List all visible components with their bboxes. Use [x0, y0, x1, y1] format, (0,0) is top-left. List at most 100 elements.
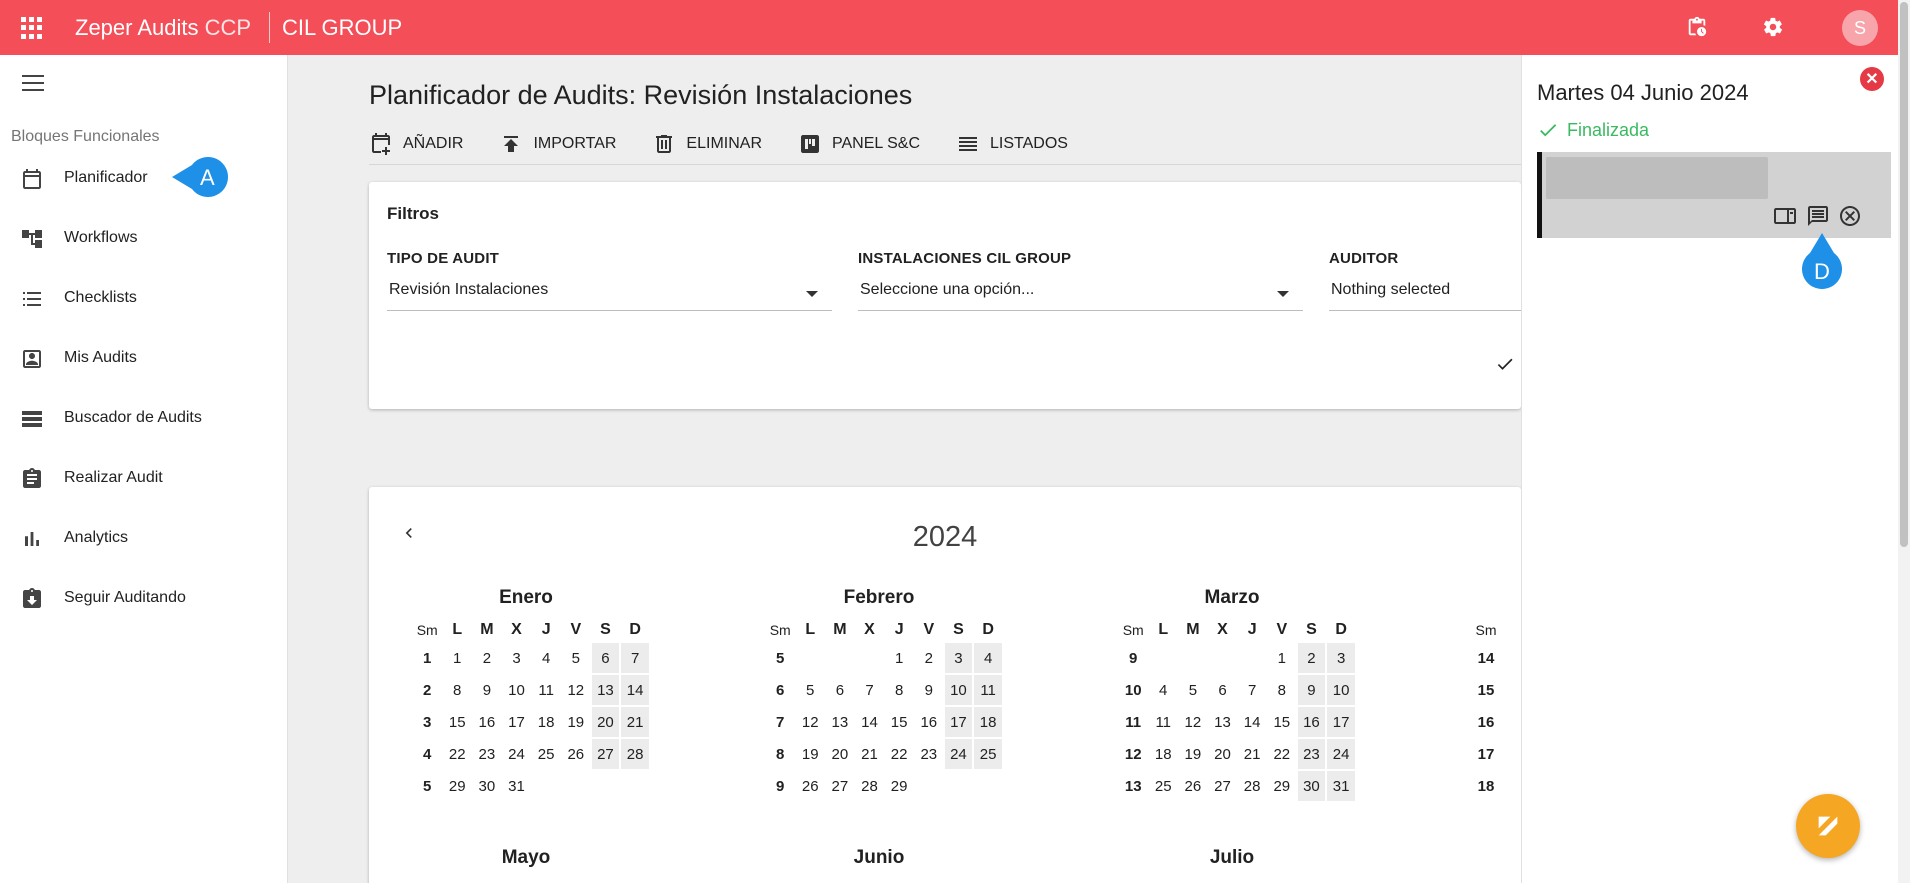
calendar-day[interactable]: 16: [1297, 707, 1326, 737]
calendar-day[interactable]: 13: [1209, 707, 1237, 737]
calendar-day[interactable]: 11: [974, 675, 1002, 705]
calendar-day[interactable]: 13: [591, 675, 620, 705]
calendar-day[interactable]: 1: [443, 643, 471, 673]
cancel-circle-icon[interactable]: [1838, 204, 1862, 228]
calendar-day[interactable]: 22: [885, 739, 913, 769]
calendar-day[interactable]: 19: [562, 707, 590, 737]
calendar-day[interactable]: 9: [1297, 675, 1326, 705]
calendar-day[interactable]: 27: [1209, 771, 1237, 801]
calendar-day[interactable]: 5: [1179, 675, 1207, 705]
sidebar-item-planificador[interactable]: Planificador: [0, 157, 288, 201]
calendar-day[interactable]: 31: [503, 771, 531, 801]
calendar-day[interactable]: 17: [944, 707, 973, 737]
calendar-day[interactable]: 10: [503, 675, 531, 705]
calendar-day[interactable]: 17: [503, 707, 531, 737]
feedback-fab-button[interactable]: [1796, 794, 1860, 858]
calendar-day[interactable]: 21: [856, 739, 884, 769]
calendar-day[interactable]: 29: [443, 771, 471, 801]
calendar-day[interactable]: 2: [915, 643, 943, 673]
calendar-day[interactable]: 2: [473, 643, 501, 673]
calendar-day[interactable]: 18: [1149, 739, 1177, 769]
calendar-day[interactable]: 30: [1297, 771, 1326, 801]
calendar-day[interactable]: 9: [915, 675, 943, 705]
calendar-day[interactable]: 27: [826, 771, 854, 801]
calendar-day[interactable]: 30: [473, 771, 501, 801]
calendar-day[interactable]: 21: [621, 707, 649, 737]
check-icon[interactable]: [1495, 354, 1515, 374]
calendar-day[interactable]: 6: [1209, 675, 1237, 705]
sidebar-item-realizar-audit[interactable]: Realizar Audit: [0, 457, 288, 501]
calendar-day[interactable]: 24: [944, 739, 973, 769]
calendar-day[interactable]: 15: [885, 707, 913, 737]
calendar-day[interactable]: 16: [473, 707, 501, 737]
auditor-select[interactable]: Nothing selected: [1329, 277, 1521, 311]
calendar-day[interactable]: 17: [1327, 707, 1355, 737]
calendar-day[interactable]: 26: [796, 771, 824, 801]
calendar-day[interactable]: 25: [532, 739, 560, 769]
calendar-day[interactable]: 13: [826, 707, 854, 737]
calendar-day[interactable]: 28: [621, 739, 649, 769]
hamburger-menu-icon[interactable]: [22, 75, 44, 91]
calendar-day[interactable]: 9: [473, 675, 501, 705]
calendar-day[interactable]: 14: [621, 675, 649, 705]
calendar-day[interactable]: 29: [1268, 771, 1296, 801]
calendar-day[interactable]: 24: [1327, 739, 1355, 769]
calendar-day[interactable]: 19: [796, 739, 824, 769]
calendar-day[interactable]: 23: [1297, 739, 1326, 769]
calendar-day[interactable]: 25: [974, 739, 1002, 769]
calendar-day[interactable]: 8: [443, 675, 471, 705]
add-button[interactable]: AÑADIR: [369, 124, 463, 164]
calendar-day[interactable]: 15: [443, 707, 471, 737]
calendar-day[interactable]: 31: [1327, 771, 1355, 801]
comment-icon[interactable]: [1806, 204, 1830, 228]
apps-grid-icon[interactable]: [21, 17, 43, 39]
sidebar-item-workflows[interactable]: Workflows: [0, 217, 288, 261]
calendar-day[interactable]: 27: [591, 739, 620, 769]
clipboard-clock-icon[interactable]: [1686, 16, 1708, 38]
calendar-day[interactable]: 7: [856, 675, 884, 705]
calendar-day[interactable]: 11: [1149, 707, 1177, 737]
import-button[interactable]: IMPORTAR: [499, 124, 616, 164]
calendar-day[interactable]: 6: [826, 675, 854, 705]
calendar-day[interactable]: 6: [591, 643, 620, 673]
calendar-day[interactable]: 20: [1209, 739, 1237, 769]
calendar-day[interactable]: 8: [1268, 675, 1296, 705]
sidebar-item-seguir-auditando[interactable]: Seguir Auditando: [0, 577, 288, 621]
calendar-day[interactable]: 23: [473, 739, 501, 769]
calendar-day[interactable]: 28: [856, 771, 884, 801]
calendar-day[interactable]: 24: [503, 739, 531, 769]
delete-button[interactable]: ELIMINAR: [652, 124, 762, 164]
calendar-day[interactable]: 18: [532, 707, 560, 737]
calendar-day[interactable]: 22: [443, 739, 471, 769]
calendar-day[interactable]: 1: [885, 643, 913, 673]
calendar-day[interactable]: 4: [1149, 675, 1177, 705]
close-panel-button[interactable]: ✕: [1860, 67, 1884, 91]
calendar-day[interactable]: 16: [915, 707, 943, 737]
calendar-day[interactable]: 7: [621, 643, 649, 673]
calendar-day[interactable]: 23: [915, 739, 943, 769]
calendar-day[interactable]: 10: [944, 675, 973, 705]
sidebar-item-checklists[interactable]: Checklists: [0, 277, 288, 321]
calendar-day[interactable]: 3: [944, 643, 973, 673]
calendar-day[interactable]: 26: [1179, 771, 1207, 801]
installations-select[interactable]: Seleccione una opción...: [858, 277, 1303, 311]
calendar-day[interactable]: 5: [562, 643, 590, 673]
calendar-day[interactable]: 14: [856, 707, 884, 737]
audit-item-card[interactable]: [1537, 152, 1891, 238]
calendar-day[interactable]: 4: [974, 643, 1002, 673]
calendar-day[interactable]: 10: [1327, 675, 1355, 705]
app-brand[interactable]: Zeper Audits CCP: [75, 15, 251, 41]
calendar-day[interactable]: 12: [562, 675, 590, 705]
listados-button[interactable]: LISTADOS: [956, 124, 1068, 164]
calendar-day[interactable]: 22: [1268, 739, 1296, 769]
calendar-day[interactable]: 20: [591, 707, 620, 737]
calendar-day[interactable]: 8: [885, 675, 913, 705]
calendar-day[interactable]: 20: [826, 739, 854, 769]
calendar-day[interactable]: 4: [532, 643, 560, 673]
user-avatar[interactable]: S: [1842, 10, 1878, 46]
calendar-day[interactable]: 18: [974, 707, 1002, 737]
calendar-day[interactable]: 25: [1149, 771, 1177, 801]
calendar-day[interactable]: 21: [1238, 739, 1266, 769]
calendar-day[interactable]: 19: [1179, 739, 1207, 769]
sidebar-item-buscador-de-audits[interactable]: Buscador de Audits: [0, 397, 288, 441]
